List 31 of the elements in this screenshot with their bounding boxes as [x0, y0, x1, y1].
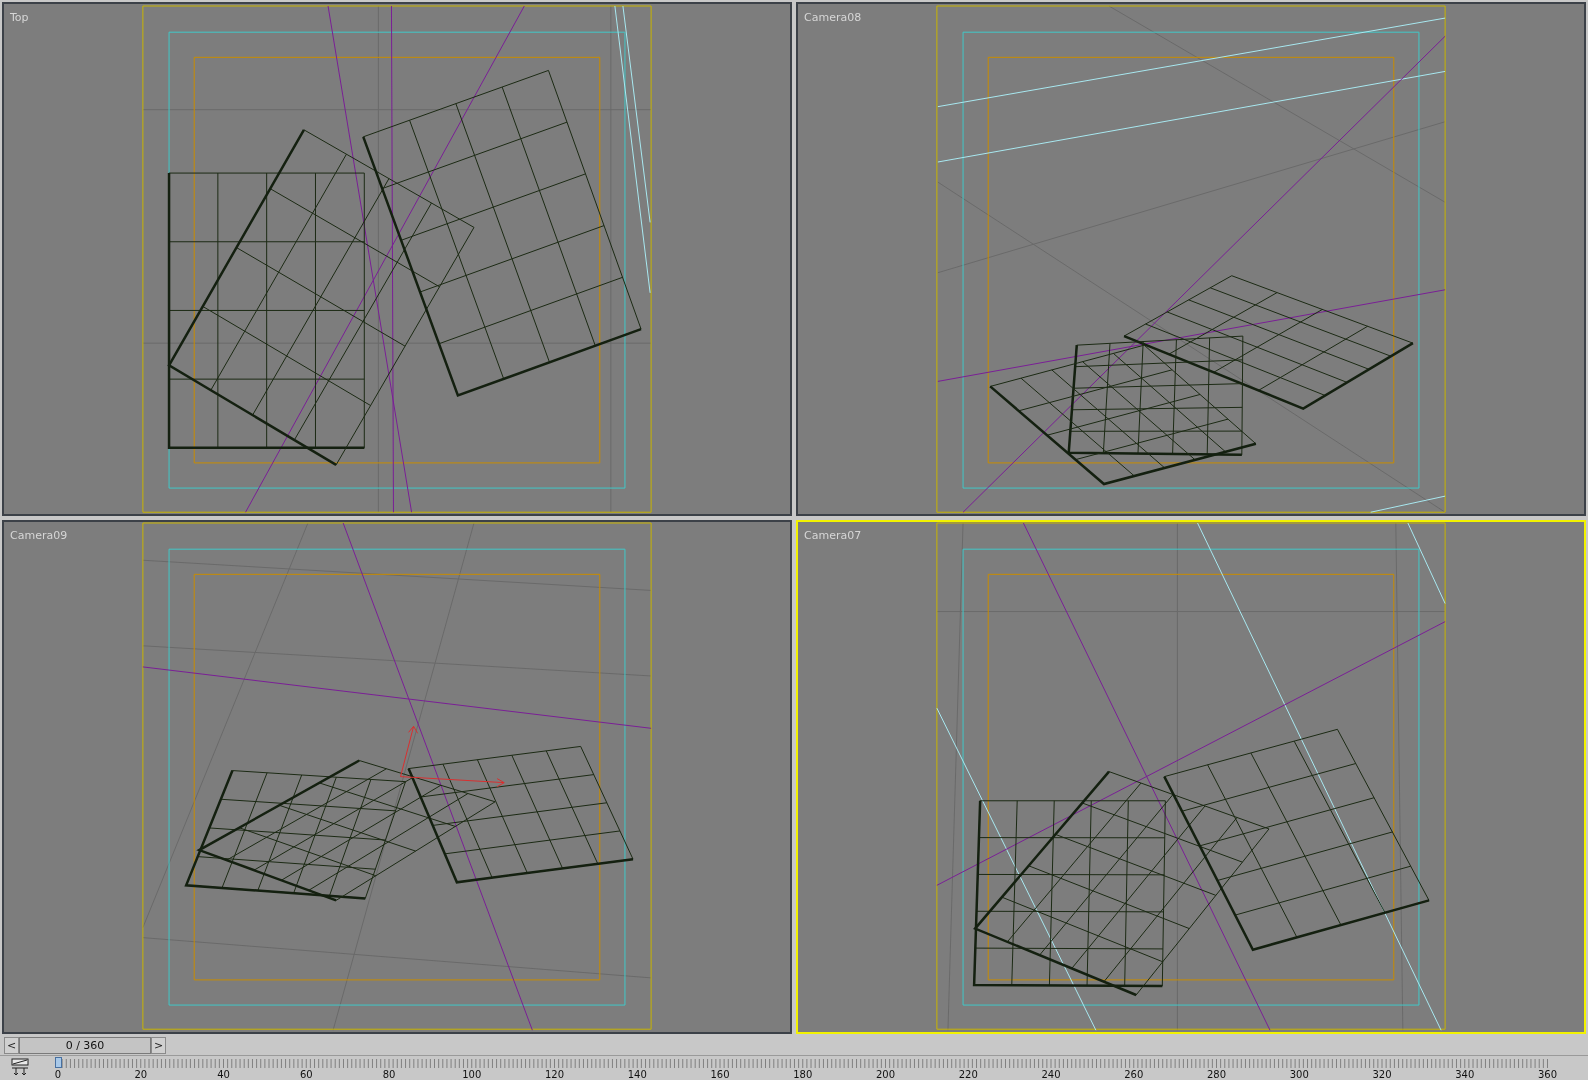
frame-number: 340 — [1455, 1069, 1475, 1080]
viewport-panel[interactable]: Camera08 — [796, 2, 1586, 517]
frame-number: 40 — [217, 1069, 230, 1080]
frame-number: 160 — [710, 1069, 730, 1080]
viewport-panel[interactable]: Top — [2, 2, 792, 517]
viewport-label[interactable]: Camera08 — [804, 11, 862, 24]
frame-number: 260 — [1124, 1069, 1144, 1080]
frame-number: 180 — [793, 1069, 813, 1080]
previous-frame-button[interactable]: < — [4, 1037, 19, 1055]
frame-number: 140 — [627, 1069, 647, 1080]
frame-number: 60 — [299, 1069, 313, 1080]
frame-number: 220 — [958, 1069, 978, 1080]
frame-number: 360 — [1537, 1069, 1558, 1080]
frame-number: 20 — [134, 1069, 148, 1080]
viewport-panel[interactable]: Camera07 — [796, 520, 1586, 1035]
frame-number: 0 — [54, 1069, 62, 1080]
frame-number: 200 — [875, 1069, 896, 1080]
frame-number: 240 — [1041, 1069, 1061, 1080]
frame-number: 300 — [1289, 1069, 1309, 1080]
viewport-label[interactable]: Top — [10, 11, 29, 24]
viewport-panel[interactable]: Camera09 — [2, 520, 792, 1035]
track-bar[interactable]: 0 20 40 60 80 100 120 140 160 180 200 220 240 260 280 300 320 340 360 — [40, 1056, 1588, 1080]
viewport-label[interactable]: Camera07 — [804, 529, 862, 543]
viewport-label[interactable]: Camera09 — [10, 529, 68, 543]
next-frame-button[interactable]: > — [151, 1037, 166, 1055]
frame-number: 80 — [382, 1069, 396, 1080]
frame-number: 100 — [462, 1069, 482, 1080]
frame-number: 120 — [544, 1069, 565, 1080]
frame-number: 320 — [1372, 1069, 1392, 1080]
frame-number: 280 — [1206, 1069, 1227, 1080]
time-slider-thumb[interactable]: 0 / 360 — [19, 1037, 151, 1055]
